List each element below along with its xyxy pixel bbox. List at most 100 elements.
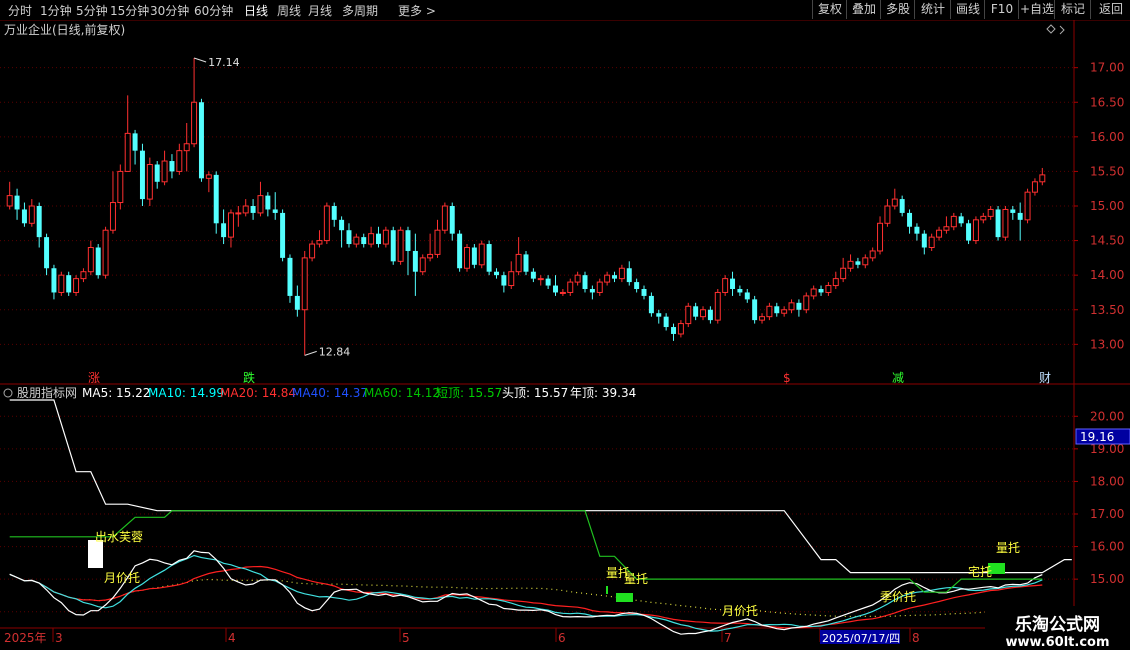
candle-body xyxy=(1002,208,1009,238)
candle-body xyxy=(596,281,603,293)
candle-body xyxy=(545,278,551,286)
candle-body xyxy=(862,257,869,266)
event-marker-1: 跌 xyxy=(243,370,255,385)
candle-body xyxy=(390,230,396,262)
candle-body xyxy=(515,253,522,273)
upper-tick-label: 13.50 xyxy=(1090,303,1124,317)
x-label-1: 3 xyxy=(55,631,63,645)
candle-body xyxy=(574,274,581,283)
period-tab-4[interactable]: 30分钟 xyxy=(150,2,189,19)
low-pointer xyxy=(304,350,317,356)
toolbar-button-5[interactable]: F10 xyxy=(984,0,1019,19)
candle-body xyxy=(51,268,57,293)
candle-body xyxy=(227,212,234,238)
x-label-7: 8 xyxy=(912,631,920,645)
watermark-url: www.60lt.com xyxy=(1005,635,1110,650)
diamond-icon xyxy=(1046,24,1056,34)
candle-body xyxy=(943,226,950,231)
candle-body xyxy=(213,174,219,224)
x-label-0: 2025年 xyxy=(4,631,47,645)
period-tab-9[interactable]: 多周期 xyxy=(342,2,378,19)
toolbar-button-8[interactable]: 返回 xyxy=(1090,0,1130,19)
candle-body xyxy=(958,216,964,224)
candle-body xyxy=(257,195,264,214)
period-tab-0[interactable]: 分时 xyxy=(8,2,32,19)
toolbar-button-6[interactable]: +自选 xyxy=(1018,0,1055,19)
period-tab-6[interactable]: 日线 xyxy=(244,2,268,19)
event-marker-0: 涨 xyxy=(88,370,100,385)
candle-body xyxy=(847,260,854,269)
watermark-title: 乐淘公式网 xyxy=(1015,615,1100,635)
candle-body xyxy=(1024,191,1031,221)
period-tab-8[interactable]: 月线 xyxy=(308,2,332,19)
upper-tick-label: 15.00 xyxy=(1090,199,1124,213)
toolbar-button-0[interactable]: 复权 xyxy=(812,0,847,19)
candle-body xyxy=(427,253,434,259)
candle-body xyxy=(242,205,249,214)
candle-body xyxy=(250,206,256,213)
candle-body xyxy=(494,271,499,276)
candle-body xyxy=(677,323,684,335)
toolbar-button-4[interactable]: 画线 xyxy=(950,0,985,19)
upper-tick-label: 16.50 xyxy=(1090,95,1124,109)
candle-body xyxy=(235,212,242,215)
high-label: 17.14 xyxy=(208,56,240,69)
indicator-name: 股朋指标网 xyxy=(17,385,77,400)
candle-body xyxy=(434,229,441,255)
signal-label-4: 月价托 xyxy=(722,604,758,618)
candle-body xyxy=(810,288,817,297)
candle-body xyxy=(109,202,116,231)
kline-chart: 13.00 13.50 14.00 14.50 15.00 15.50 16.00 16.50… xyxy=(0,20,1130,645)
lower-tick-label: 18.00 xyxy=(1090,474,1124,488)
candle-body xyxy=(323,205,330,242)
period-tab-3[interactable]: 15分钟 xyxy=(110,2,149,19)
toolbar-button-3[interactable]: 统计 xyxy=(914,0,951,19)
indicator-value-4: MA60: 14.12 xyxy=(364,386,440,400)
toolbar-button-1[interactable]: 叠加 xyxy=(846,0,881,19)
candle-body xyxy=(818,289,824,293)
toolbar-button-7[interactable]: 标记 xyxy=(1054,0,1091,19)
candle-body xyxy=(884,205,891,224)
candle-body xyxy=(331,206,337,220)
green-step-line xyxy=(9,510,1043,593)
signal-box-green xyxy=(616,593,633,602)
indicator-value-7: 年顶: 39.34 xyxy=(570,386,636,400)
x-label-6: 2025/07/17/四 xyxy=(822,632,900,645)
candle-body xyxy=(309,243,316,259)
lower-tick-label: 17.00 xyxy=(1090,507,1124,521)
period-tab-10[interactable]: 更多 > xyxy=(398,2,436,19)
period-tab-2[interactable]: 5分钟 xyxy=(76,2,108,19)
indicator-value-0: MA5: 15.22 xyxy=(82,386,150,400)
candle-body xyxy=(582,275,588,289)
candle-body xyxy=(796,302,802,310)
candle-body xyxy=(21,209,27,224)
period-tab-1[interactable]: 1分钟 xyxy=(40,2,72,19)
candle-body xyxy=(301,257,308,311)
candle-body xyxy=(928,236,935,248)
x-label-4: 6 xyxy=(558,631,566,645)
candle-body xyxy=(1010,209,1016,213)
candle-body xyxy=(612,275,617,279)
candle-body xyxy=(567,281,574,293)
candle-body xyxy=(44,237,50,269)
period-tab-7[interactable]: 周线 xyxy=(277,2,301,19)
toolbar-button-2[interactable]: 多股 xyxy=(880,0,915,19)
period-tab-5[interactable]: 60分钟 xyxy=(194,2,233,19)
candle-body xyxy=(471,247,477,265)
candle-body xyxy=(139,150,145,200)
candle-body xyxy=(618,267,625,280)
low-label: 12.84 xyxy=(319,345,351,358)
candle-body xyxy=(693,306,699,317)
candle-body xyxy=(604,274,611,283)
upper-tick-label: 14.50 xyxy=(1090,234,1124,248)
candle-body xyxy=(161,160,168,183)
candle-body xyxy=(634,282,640,289)
candle-body xyxy=(58,274,65,293)
candle-body xyxy=(36,206,42,238)
chart-title: 万业企业(日线,前复权) xyxy=(4,22,125,37)
candle-body xyxy=(382,229,389,245)
candle-body xyxy=(339,219,345,231)
candle-body xyxy=(353,236,360,245)
x-label-5: 7 xyxy=(724,631,732,645)
candle-body xyxy=(891,198,898,207)
